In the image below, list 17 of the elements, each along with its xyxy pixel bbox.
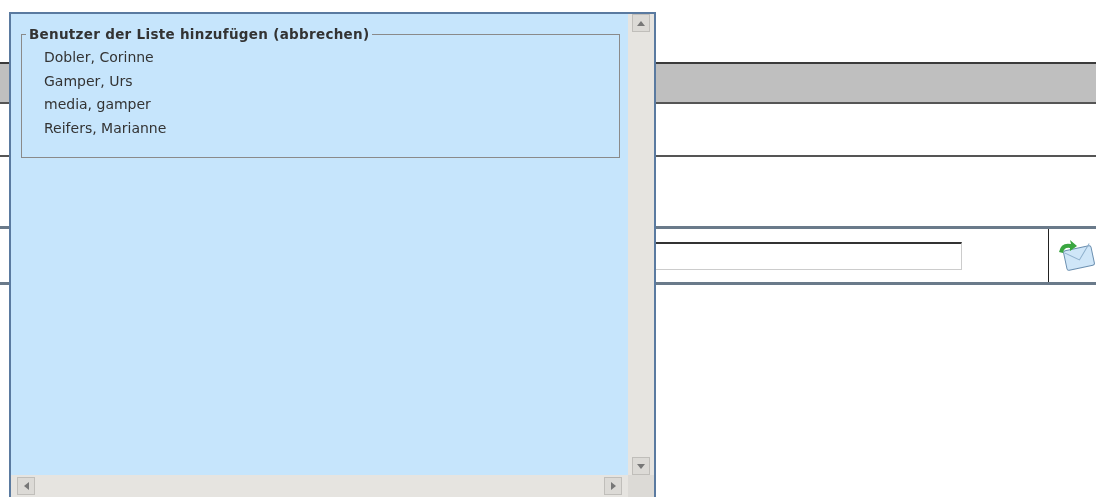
horizontal-scrollbar[interactable] xyxy=(11,475,628,497)
user-list-item[interactable]: Gamper, Urs xyxy=(44,69,133,93)
scroll-right-button[interactable] xyxy=(604,477,622,495)
down-arrow-icon xyxy=(637,463,645,469)
mail-send-icon[interactable] xyxy=(1057,239,1095,272)
left-arrow-icon xyxy=(23,482,29,490)
vertical-scrollbar[interactable] xyxy=(628,14,654,475)
user-list-item[interactable]: Dobler, Corinne xyxy=(44,46,154,70)
group-legend: Benutzer der Liste hinzufügen (abbrechen) xyxy=(26,26,373,42)
up-arrow-icon xyxy=(637,20,645,26)
scroll-up-button[interactable] xyxy=(632,14,650,32)
user-list-item[interactable]: media, gamper xyxy=(44,93,151,117)
scrollbar-corner xyxy=(628,475,654,497)
right-arrow-icon xyxy=(610,482,616,490)
scroll-left-button[interactable] xyxy=(17,477,35,495)
user-list-item[interactable]: Reifers, Marianne xyxy=(44,116,167,140)
scroll-down-button[interactable] xyxy=(632,457,650,475)
